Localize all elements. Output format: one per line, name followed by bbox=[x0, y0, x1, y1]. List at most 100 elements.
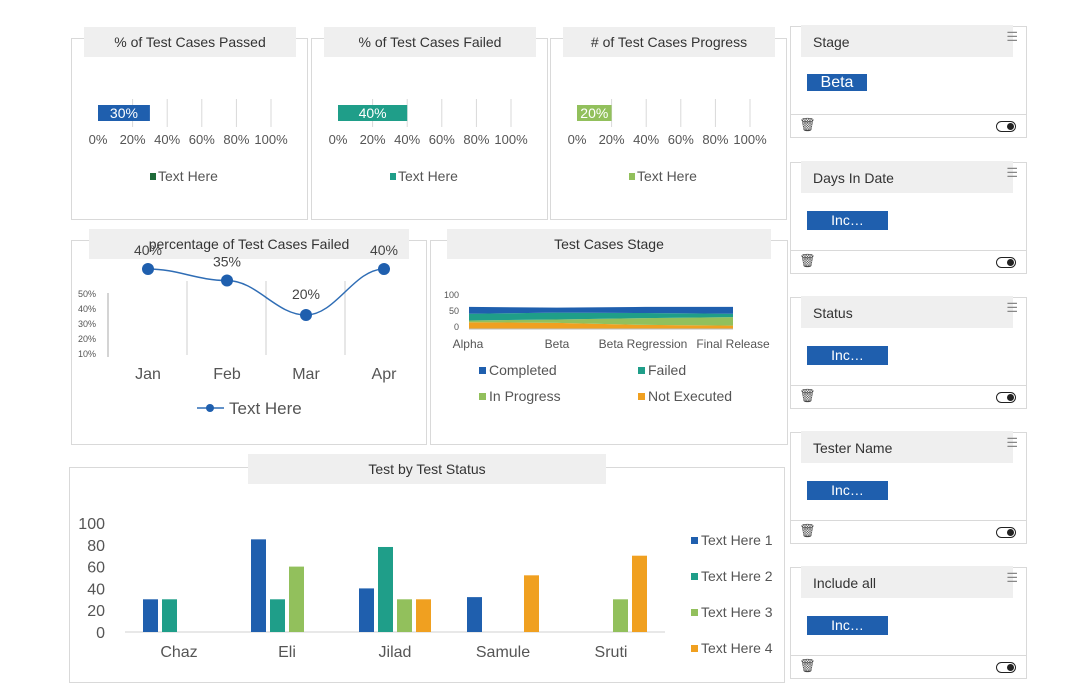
legend-swatch bbox=[150, 173, 156, 180]
slicer-footer: 🗑 bbox=[791, 385, 1026, 408]
y-tick-label: 50 bbox=[449, 306, 459, 316]
trash-icon[interactable]: 🗑 bbox=[799, 253, 816, 269]
slicer-title: Include all bbox=[813, 575, 877, 591]
data-point bbox=[221, 274, 233, 287]
tick-label: 20% bbox=[599, 132, 625, 147]
y-tick-label: 0 bbox=[96, 625, 105, 642]
slicer-title: Tester Name bbox=[813, 440, 893, 456]
x-tick-label: Feb bbox=[213, 366, 241, 383]
slicer-item-selected[interactable]: Inc… bbox=[807, 481, 888, 500]
tick-label: 0% bbox=[329, 132, 348, 147]
tick-label: 40% bbox=[154, 132, 180, 147]
menu-icon[interactable]: ☰ bbox=[1006, 29, 1018, 45]
y-tick-label: 0 bbox=[454, 322, 459, 332]
y-tick-label: 100 bbox=[444, 290, 459, 300]
toggle-icon[interactable] bbox=[996, 121, 1016, 132]
legend-label: In Progress bbox=[489, 388, 561, 404]
toggle-icon[interactable] bbox=[996, 257, 1016, 268]
area-completed bbox=[469, 306, 733, 314]
legend-marker bbox=[206, 404, 214, 412]
area-chart: 100 50 0 Alpha Beta Beta Regression Final Rele… bbox=[444, 290, 770, 404]
tick-label: 0% bbox=[568, 132, 587, 147]
kpi-panel-passed: % of Test Cases Passed 30% 0% 20% 40% 60% 80%… bbox=[71, 27, 308, 220]
kpi-chart: 40% 0% 20% 40% 60% 80% 100% Text Here bbox=[329, 99, 528, 184]
kpi-panel-progress: # of Test Cases Progress 20% 0% 20% 40% 60% 8… bbox=[550, 27, 787, 220]
slicer-item-selected[interactable]: Inc… bbox=[807, 616, 888, 635]
x-tick-label: Jan bbox=[135, 366, 161, 383]
x-tick-label: Samule bbox=[476, 644, 530, 661]
line-chart-panel: percentage of Test Cases Failed 50% 40% 30… bbox=[71, 229, 427, 445]
slicer-footer: 🗑 bbox=[791, 114, 1026, 137]
menu-icon[interactable]: ☰ bbox=[1006, 570, 1018, 586]
legend-label: Failed bbox=[648, 362, 686, 378]
slicer-item-selected[interactable]: Inc… bbox=[807, 346, 888, 365]
y-tick-label: 80 bbox=[87, 538, 105, 555]
legend-swatch bbox=[638, 393, 645, 400]
data-point bbox=[142, 263, 154, 275]
kpi-chart: 20% 0% 20% 40% 60% 80% 100% Text Here bbox=[568, 99, 767, 184]
data-label: 40% bbox=[359, 105, 387, 121]
legend-swatch bbox=[479, 393, 486, 400]
slicer-footer: 🗑 bbox=[791, 520, 1026, 543]
bar-chart: 100 80 60 40 20 0 Chaz Eli Jilad Samule Sruti Text … bbox=[78, 516, 773, 661]
trash-icon[interactable]: 🗑 bbox=[799, 388, 816, 404]
tick-label: 100% bbox=[254, 132, 288, 147]
toggle-icon[interactable] bbox=[996, 662, 1016, 673]
legend-label: Completed bbox=[489, 362, 557, 378]
data-label: 20% bbox=[292, 286, 320, 302]
toggle-icon[interactable] bbox=[996, 392, 1016, 403]
bar bbox=[397, 599, 412, 632]
bar bbox=[289, 566, 304, 632]
bar bbox=[467, 597, 482, 632]
menu-icon[interactable]: ☰ bbox=[1006, 165, 1018, 181]
data-label: 20% bbox=[580, 105, 608, 121]
y-tick-label: 50% bbox=[78, 289, 96, 299]
slicer-footer: 🗑 bbox=[791, 250, 1026, 273]
slicer-item-selected[interactable]: Inc… bbox=[807, 211, 888, 230]
bar bbox=[359, 588, 374, 632]
kpi-chart: 30%0% 20% 40% 60% 80% 100% Text Here bbox=[89, 99, 288, 184]
x-tick-label: Alpha bbox=[453, 337, 484, 351]
x-tick-label: Jilad bbox=[379, 644, 412, 661]
y-tick-label: 20 bbox=[87, 603, 105, 620]
legend-label: Text Here bbox=[158, 168, 218, 184]
bar bbox=[416, 599, 431, 632]
bar bbox=[613, 599, 628, 632]
toggle-icon[interactable] bbox=[996, 527, 1016, 538]
menu-icon[interactable]: ☰ bbox=[1006, 435, 1018, 451]
data-label: 40% bbox=[370, 242, 398, 258]
legend-label: Text Here 3 bbox=[701, 604, 773, 620]
legend-label: Text Here bbox=[398, 168, 458, 184]
legend-swatch bbox=[629, 173, 635, 180]
tick-label: 80% bbox=[223, 132, 249, 147]
menu-icon[interactable]: ☰ bbox=[1006, 300, 1018, 316]
bar-chart-panel: Test by Test Status 100 80 60 40 20 0 Chaz Eli J… bbox=[69, 454, 785, 683]
tick-label: 20% bbox=[360, 132, 386, 147]
tick-label: 0% bbox=[89, 132, 108, 147]
trash-icon[interactable]: 🗑 bbox=[799, 523, 816, 539]
slicer-days-in-date[interactable]: Days In Date ☰ Inc… 🗑 bbox=[790, 161, 1027, 274]
trash-icon[interactable]: 🗑 bbox=[799, 117, 816, 133]
trash-icon[interactable]: 🗑 bbox=[799, 658, 816, 674]
data-point bbox=[378, 263, 390, 275]
slicer-tester-name[interactable]: Tester Name ☰ Inc… 🗑 bbox=[790, 431, 1027, 544]
tick-label: 60% bbox=[429, 132, 455, 147]
bar bbox=[378, 546, 393, 632]
legend-swatch bbox=[638, 367, 645, 374]
tick-label: 40% bbox=[394, 132, 420, 147]
tick-label: 60% bbox=[668, 132, 694, 147]
legend-label: Text Here bbox=[229, 399, 302, 418]
tick-label: 60% bbox=[189, 132, 215, 147]
legend-label: Text Here 4 bbox=[701, 640, 773, 656]
slicer-status[interactable]: Status ☰ Inc… 🗑 bbox=[790, 296, 1027, 409]
legend-swatch bbox=[390, 173, 396, 180]
slicer-include-all[interactable]: Include all ☰ Inc… 🗑 bbox=[790, 566, 1027, 679]
legend-label: Not Executed bbox=[648, 388, 732, 404]
legend-swatch bbox=[691, 573, 698, 580]
slicer-item-selected[interactable]: Beta bbox=[807, 74, 867, 91]
y-tick-label: 10% bbox=[78, 349, 96, 359]
x-tick-label: Beta bbox=[545, 337, 570, 351]
legend-swatch bbox=[479, 367, 486, 374]
slicer-stage[interactable]: Stage ☰ Beta 🗑 bbox=[790, 25, 1027, 138]
y-tick-label: 100 bbox=[78, 516, 105, 533]
